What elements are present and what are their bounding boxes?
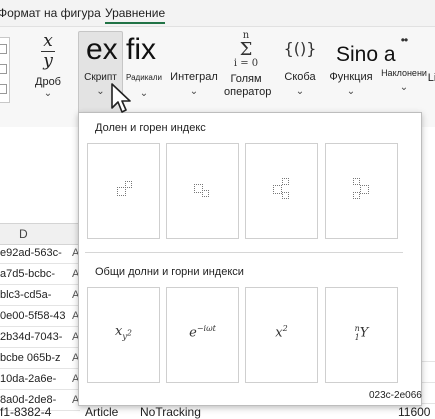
example-pre-script-y[interactable]: n1Y [325, 287, 398, 383]
placeholder-box [353, 178, 360, 185]
cell-text: f1-8382-4 [0, 405, 52, 419]
chevron-down-icon: ⌄ [295, 86, 305, 97]
column-label: D [19, 227, 28, 241]
small-box-icon [0, 84, 7, 94]
chevron-down-icon: ⌄ [399, 82, 409, 93]
fraction-icon: x y [28, 33, 68, 70]
large-operator-button[interactable]: n Σ i = 0 Голям оператор [224, 30, 272, 99]
table-row[interactable]: e92ad-563c- A [0, 243, 80, 264]
large-operator-label-2: оператор [224, 86, 272, 98]
limit-button[interactable]: Li [426, 72, 435, 85]
column-header-d[interactable]: D [0, 223, 80, 245]
bracket-button[interactable]: {()} Скоба ⌄ [278, 39, 322, 97]
placeholder-box [117, 187, 126, 196]
function-button[interactable]: Функция ⌄ [326, 71, 376, 97]
script-gallery-dropdown: Долен и горен индекс Общи долни и горни … [78, 112, 422, 406]
cell-text: 11600 [398, 405, 431, 419]
example-e-power-minus-i-omega-t[interactable]: e−iωt [166, 287, 239, 383]
placeholder-box [282, 178, 289, 185]
chevron-down-icon: ⌄ [43, 88, 53, 99]
section-title-common: Общи долни и горни индекси [95, 266, 244, 278]
formula-preview: xy2 [115, 324, 132, 341]
subscript-superscript-template[interactable] [245, 143, 318, 239]
gallery-divider [85, 252, 403, 253]
tab-shape-format[interactable]: Формат на фигура [0, 6, 101, 20]
cropped-ribbon-control[interactable] [0, 37, 10, 103]
integral-label: Интеграл [170, 71, 218, 83]
example-x-sub-y-squared[interactable]: xy2 [87, 287, 160, 383]
section-title-sub-sup: Долен и горен индекс [95, 122, 206, 134]
function-label: Функция [329, 71, 373, 83]
chevron-down-icon: ⌄ [346, 86, 356, 97]
table-row[interactable]: blc3-cd5a- A [0, 285, 80, 306]
table-row[interactable]: 10da-2a6e- A [0, 369, 80, 390]
placeholder-box [282, 192, 289, 199]
bracket-label: Скоба [284, 71, 316, 83]
fraction-numerator: x [43, 31, 53, 51]
placeholder-box [360, 185, 369, 194]
mouse-pointer-icon [111, 83, 131, 113]
table-row[interactable]: 2b34d-7043- A [0, 327, 80, 348]
background-cell-text: 023c-2e066 [369, 390, 422, 401]
accent-button[interactable]: •• Наклонени ⌄ [380, 33, 428, 93]
table-row[interactable]: a7d5-bcbc- A [0, 264, 80, 285]
accent-label: Наклонени [381, 68, 427, 78]
subscript-template[interactable] [166, 143, 239, 239]
formula-preview: n1Y [354, 324, 369, 342]
cell-text: NoTracking [140, 405, 201, 419]
fraction-button[interactable]: x y Дроб ⌄ [28, 33, 68, 99]
formula-preview: x2 [275, 324, 288, 341]
integral-button[interactable]: Интеграл ⌄ [166, 71, 222, 97]
ribbon-tab-strip: Формат на фигура Уравнение [0, 0, 435, 27]
table-row[interactable]: 0e00-5f58-43 A [0, 306, 80, 327]
example-x-squared[interactable]: x2 [245, 287, 318, 383]
limit-label: Li [427, 72, 435, 84]
small-box-icon [0, 64, 7, 74]
bracket-icon: {()} [283, 39, 317, 58]
left-subscript-superscript-template[interactable] [325, 143, 398, 239]
table-row[interactable]: bcbe 065b-z A [0, 348, 80, 369]
summation-icon: n Σ i = 0 [233, 30, 259, 69]
fraction-denominator: y [43, 51, 53, 71]
superscript-template[interactable] [87, 143, 160, 239]
placeholder-box [202, 190, 209, 197]
accent-dots-icon: •• [400, 33, 408, 47]
large-operator-label-1: Голям [230, 73, 262, 85]
cell-text: Article [85, 405, 119, 419]
chevron-down-icon: ⌄ [189, 86, 199, 97]
script-preview-text: ex fix [86, 33, 157, 66]
tab-equation[interactable]: Уравнение [105, 6, 166, 24]
formula-preview: e−iωt [189, 324, 216, 341]
small-box-icon [0, 44, 7, 54]
placeholder-box [353, 192, 360, 199]
placeholder-box [125, 181, 132, 188]
placeholder-box [273, 185, 282, 194]
